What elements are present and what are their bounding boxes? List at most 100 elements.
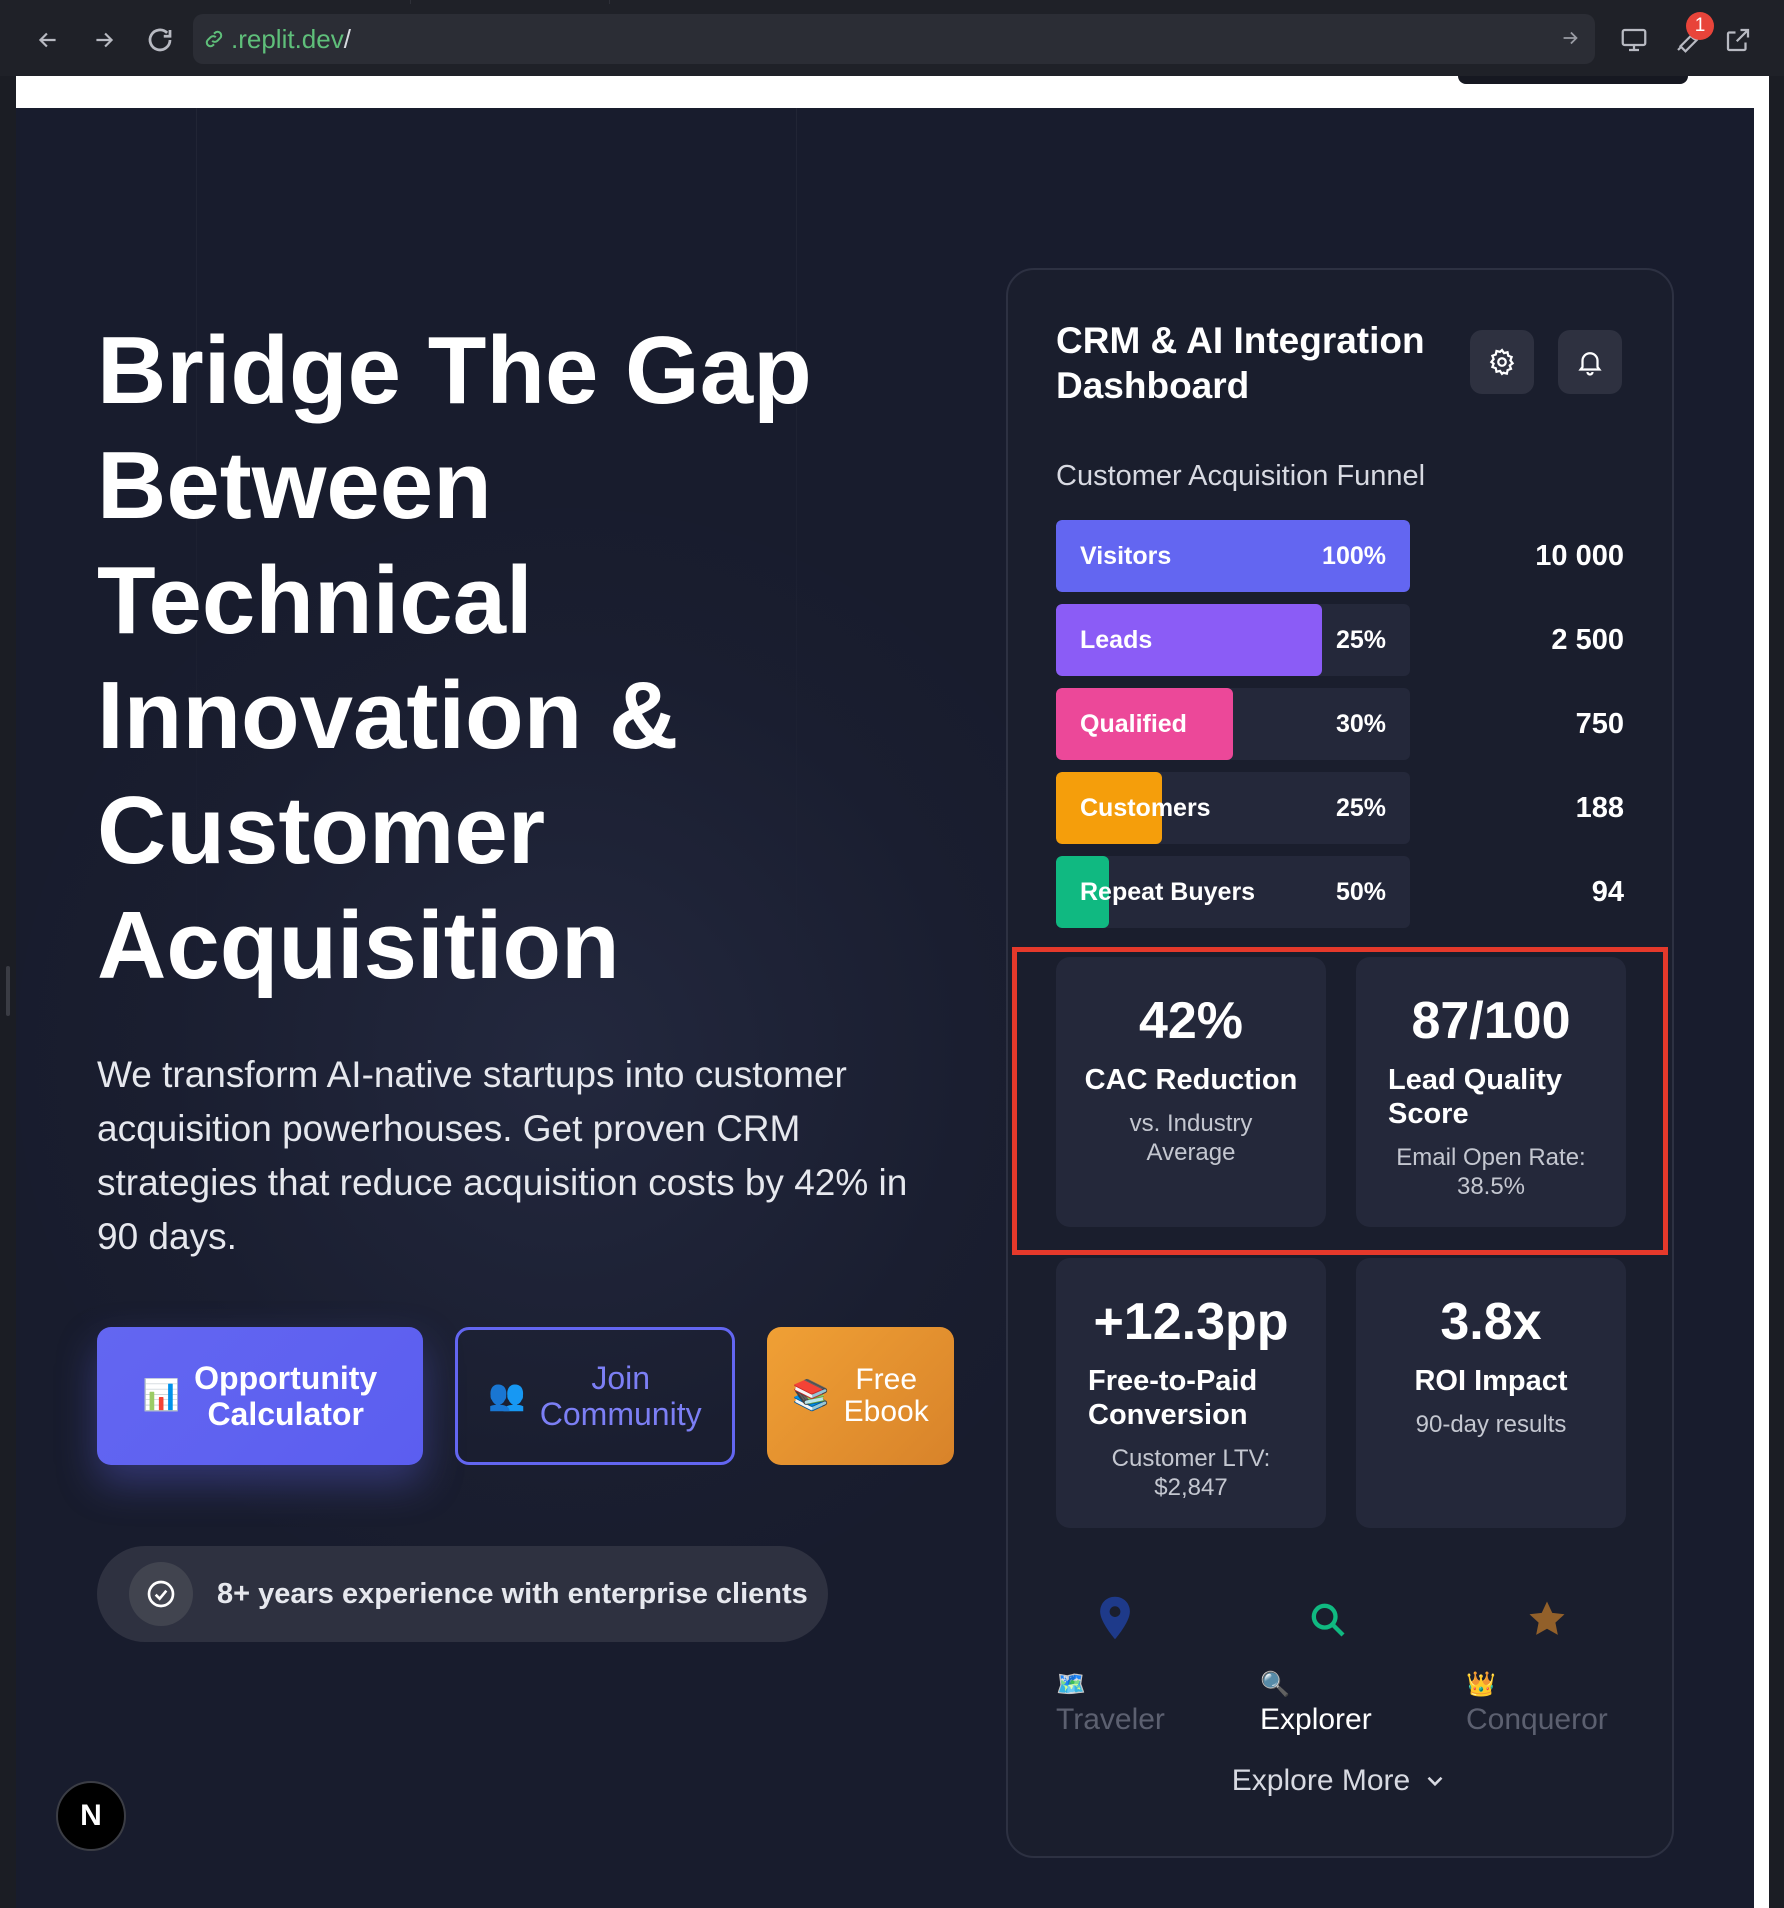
monitor-icon	[1621, 28, 1647, 52]
url-text: .replit.dev/	[231, 24, 351, 55]
back-button[interactable]	[26, 18, 70, 62]
funnel-stage-percent: 25%	[1335, 794, 1386, 822]
funnel-stage-count: 188	[1575, 792, 1624, 824]
level-traveler[interactable]: 🗺️ Traveler	[1056, 1670, 1165, 1737]
metric-label: CAC Reduction	[1084, 1064, 1298, 1096]
button-label-line: Calculator	[207, 1396, 364, 1432]
external-link-icon	[1726, 28, 1750, 52]
browser-toolbar: .replit.dev/ 1	[0, 0, 1784, 76]
url-path: /	[343, 23, 351, 54]
magnifier-icon: 🔍	[1260, 1671, 1290, 1698]
map-pin-icon[interactable]	[1098, 1596, 1132, 1645]
dashboard-title-line: CRM & AI Integration	[1056, 320, 1425, 361]
hero-title: Bridge The Gap Between Technical Innovat…	[97, 313, 997, 1003]
funnel-stage-count: 2 500	[1551, 624, 1624, 656]
go-arrow-icon[interactable]	[1559, 27, 1581, 54]
hero-title-line: Customer	[97, 777, 546, 884]
hero-title-line: Technical	[97, 547, 533, 654]
metric-value: 87/100	[1411, 992, 1571, 1050]
reload-icon	[148, 28, 172, 52]
metric-value: 42%	[1138, 992, 1244, 1050]
metric-label: Free-to-Paid Conversion	[1088, 1365, 1258, 1431]
funnel-stage-label: Visitors	[1080, 542, 1172, 570]
level-label: Traveler	[1056, 1703, 1165, 1736]
books-icon: 📚	[792, 1379, 830, 1412]
metric-label: Lead Quality Score	[1388, 1064, 1563, 1130]
open-new-tab-button[interactable]	[1716, 18, 1760, 62]
page-header-strip	[16, 76, 1769, 108]
bell-icon	[1578, 352, 1602, 376]
arrow-left-icon	[38, 32, 56, 48]
url-host: .replit.dev	[231, 23, 344, 54]
button-label-line: Ebook	[843, 1395, 929, 1428]
metric-value: +12.3pp	[1093, 1293, 1289, 1351]
funnel-row-qualified: Qualified 30%	[1056, 688, 1410, 760]
devtools-button[interactable]: 1	[1666, 12, 1714, 62]
funnel-stage-label: Qualified	[1080, 710, 1187, 738]
metric-sub: 90-day results	[1415, 1411, 1567, 1438]
hero-title-line: Innovation &	[97, 662, 679, 769]
metric-sub: Customer LTV: $2,847	[1111, 1445, 1271, 1501]
gear-icon	[1489, 348, 1515, 376]
join-community-button[interactable]: 👥 Join Community	[455, 1327, 735, 1465]
button-label: Free Ebook	[844, 1364, 929, 1428]
funnel-stage-count: 10 000	[1535, 540, 1624, 572]
metric-card-lead-quality: 87/100 Lead Quality Score Email Open Rat…	[1356, 957, 1626, 1227]
opportunity-calculator-button[interactable]: 📊 Opportunity Calculator	[97, 1327, 423, 1465]
metric-sub: vs. Industry Average	[1129, 1110, 1253, 1166]
reload-button[interactable]	[138, 18, 182, 62]
funnel-stage-percent: 50%	[1335, 878, 1386, 906]
arrow-right-icon	[96, 32, 114, 48]
device-preview-button[interactable]	[1612, 18, 1656, 62]
metric-sub: Email Open Rate: 38.5%	[1396, 1144, 1586, 1200]
level-conqueror[interactable]: 👑 Conqueror	[1466, 1670, 1608, 1737]
funnel-stage-count: 750	[1575, 708, 1624, 740]
star-icon[interactable]	[1526, 1598, 1568, 1645]
funnel-stage-percent: 30%	[1335, 710, 1386, 738]
next-dev-tools-button[interactable]: N	[56, 1781, 126, 1851]
search-icon[interactable]	[1308, 1600, 1348, 1645]
resize-handle[interactable]	[6, 966, 10, 1016]
tab-edge	[410, 0, 610, 4]
button-label-line: Opportunity	[194, 1360, 378, 1396]
left-edge	[0, 76, 16, 1908]
level-label: Explorer	[1260, 1703, 1372, 1736]
funnel-stage-percent: 25%	[1335, 626, 1386, 654]
funnel-row-customers: Customers 25%	[1056, 772, 1410, 844]
people-icon: 👥	[488, 1379, 526, 1412]
level-label: Conqueror	[1466, 1703, 1608, 1736]
button-label-line: Free	[855, 1363, 918, 1396]
check-circle-icon	[129, 1562, 193, 1626]
hero-section: Bridge The Gap Between Technical Innovat…	[16, 108, 1754, 1908]
metric-label: ROI Impact	[1414, 1365, 1568, 1397]
address-bar[interactable]: .replit.dev/	[193, 14, 1595, 64]
funnel-row-visitors: Visitors 100%	[1056, 520, 1410, 592]
map-icon: 🗺️	[1056, 1671, 1086, 1698]
forward-button[interactable]	[82, 18, 126, 62]
notifications-button[interactable]	[1558, 330, 1622, 394]
header-tab	[1458, 76, 1688, 84]
button-label-line: Community	[539, 1396, 702, 1432]
funnel-stage-percent: 100%	[1322, 542, 1386, 570]
chevron-down-icon	[1427, 1776, 1443, 1787]
explore-more-label: Explore More	[1231, 1764, 1411, 1797]
notification-badge: 1	[1686, 12, 1714, 40]
crm-dashboard-card: CRM & AI Integration Dashboard Customer …	[1006, 268, 1674, 1858]
button-label: Opportunity Calculator	[194, 1360, 377, 1432]
free-ebook-button[interactable]: 📚 Free Ebook	[767, 1327, 954, 1465]
settings-button[interactable]	[1470, 330, 1534, 394]
crown-icon: 👑	[1466, 1671, 1496, 1698]
chart-icon: 📊	[142, 1379, 181, 1412]
level-explorer[interactable]: 🔍 Explorer	[1260, 1670, 1372, 1737]
dashboard-title-line: Dashboard	[1056, 365, 1250, 406]
dashboard-title: CRM & AI Integration Dashboard	[1056, 318, 1456, 408]
funnel-title: Customer Acquisition Funnel	[1056, 460, 1426, 492]
metric-card-cac: 42% CAC Reduction vs. Industry Average	[1056, 957, 1326, 1227]
hero-subtitle: We transform AI-native startups into cus…	[97, 1054, 908, 1257]
metric-card-roi: 3.8x ROI Impact 90-day results	[1356, 1258, 1626, 1528]
hero-title-line: Acquisition	[97, 892, 620, 999]
funnel-stage-count: 94	[1591, 876, 1624, 908]
button-label: Join Community	[540, 1360, 702, 1432]
funnel-stage-label: Repeat Buyers	[1080, 878, 1256, 906]
explore-more-button[interactable]: Explore More	[1008, 1764, 1672, 1798]
